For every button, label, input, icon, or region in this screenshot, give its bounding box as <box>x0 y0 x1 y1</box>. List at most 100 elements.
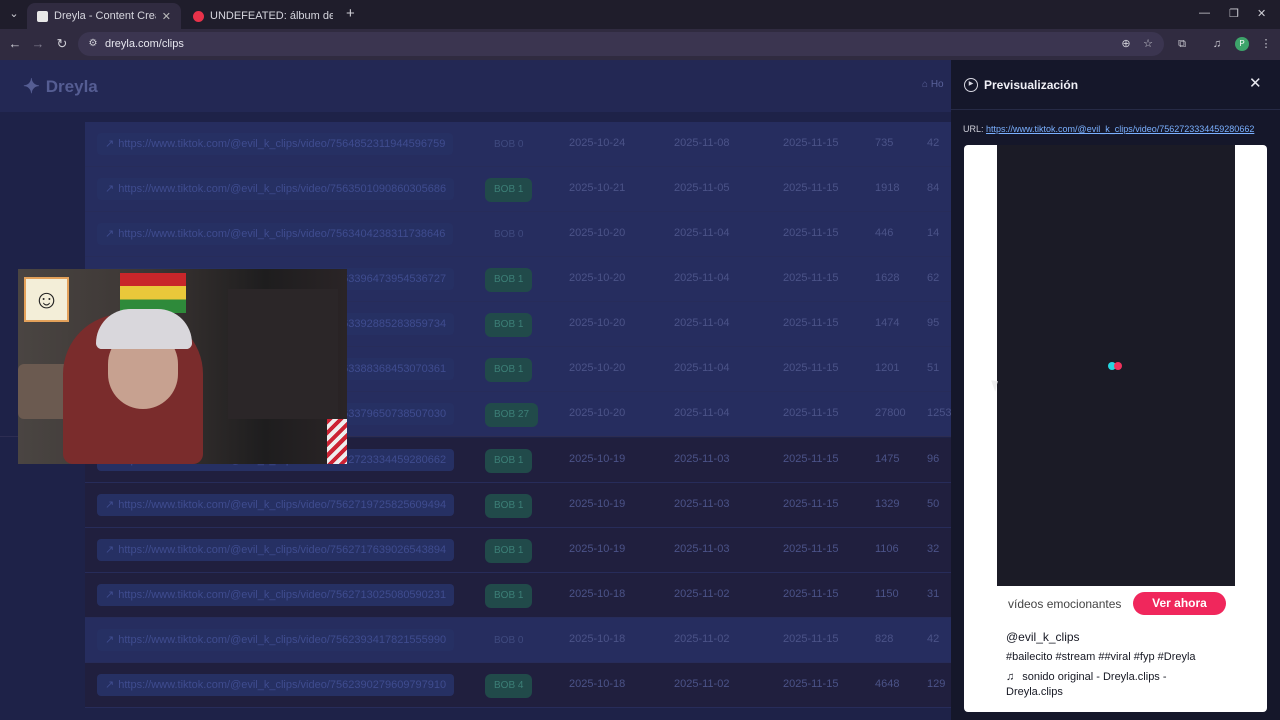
video-url-text: https://www.tiktok.com/@evil_k_clips/vid… <box>118 499 447 511</box>
date-cell: 2025-10-24 <box>569 137 626 149</box>
extensions-icon[interactable]: ⧉ <box>1175 37 1189 51</box>
views-cell: 1106 <box>875 543 899 555</box>
external-link-icon: ↗ <box>105 679 115 691</box>
video-url-link[interactable]: ↗https://www.tiktok.com/@evil_k_clips/vi… <box>97 223 454 245</box>
date-cell: 2025-11-04 <box>674 407 730 419</box>
table-row[interactable]: ↗https://www.tiktok.com/@evil_k_clips/vi… <box>85 167 951 212</box>
youtube-music-favicon-icon <box>193 10 204 22</box>
bob-badge[interactable]: BOB 1 <box>485 178 533 202</box>
tab-dreyla[interactable]: Dreyla - Content Creator & Stre ✕ <box>27 3 181 29</box>
loading-dot-pink <box>1114 362 1122 370</box>
video-player[interactable] <box>997 145 1235 586</box>
date-cell: 2025-10-19 <box>569 543 626 555</box>
external-link-icon: ↗ <box>105 499 115 511</box>
video-url-link[interactable]: ↗https://www.tiktok.com/@evil_k_clips/vi… <box>97 133 454 155</box>
site-info-icon[interactable]: ⚙ <box>86 37 100 51</box>
table-row[interactable]: ↗https://www.tiktok.com/@evil_k_clips/vi… <box>85 618 951 663</box>
date-cell: 2025-11-04 <box>674 227 730 239</box>
table-row[interactable]: ↗https://www.tiktok.com/@evil_k_clips/vi… <box>85 528 951 573</box>
bob-badge[interactable]: BOB 27 <box>485 403 539 427</box>
url-text[interactable]: dreyla.com/clips <box>105 38 184 50</box>
bob-badge[interactable]: BOB 1 <box>485 494 533 518</box>
external-link-icon: ↗ <box>105 634 115 646</box>
bob-badge[interactable]: BOB 1 <box>485 539 533 563</box>
table-row[interactable]: ↗https://www.tiktok.com/@evil_k_clips/vi… <box>85 573 951 618</box>
date-cell: 2025-10-20 <box>569 317 626 329</box>
new-tab-plus-icon[interactable]: + <box>346 6 355 22</box>
views-cell: 27800 <box>875 407 906 419</box>
views-cell: 4648 <box>875 678 900 690</box>
date-cell: 2025-11-15 <box>783 362 839 374</box>
date-cell: 2025-11-15 <box>783 272 839 284</box>
play-circle-icon: ▶ <box>964 78 978 92</box>
bob-badge[interactable]: BOB 1 <box>485 449 533 473</box>
back-arrow-icon[interactable]: ← <box>7 36 23 52</box>
ver-ahora-button[interactable]: Ver ahora <box>1133 592 1226 615</box>
table-row[interactable]: ↗https://www.tiktok.com/@evil_k_clips/vi… <box>85 663 951 708</box>
dreyla-logo[interactable]: ✦ Dreyla <box>23 74 98 99</box>
forward-arrow-icon[interactable]: → <box>30 36 46 52</box>
date-cell: 2025-10-20 <box>569 272 626 284</box>
star-logo-icon: ✦ <box>23 76 40 98</box>
video-url-link[interactable]: ↗https://www.tiktok.com/@evil_k_clips/vi… <box>97 539 455 561</box>
restore-icon[interactable]: ❐ <box>1229 7 1239 20</box>
date-cell: 2025-11-15 <box>783 182 839 194</box>
reload-icon[interactable]: ↻ <box>54 36 70 52</box>
tab-close-icon[interactable]: ✕ <box>162 10 171 23</box>
tab-search-icon[interactable]: ⌄ <box>6 6 22 22</box>
bookmark-star-icon[interactable]: ☆ <box>1141 37 1155 51</box>
author-handle[interactable]: @evil_k_clips <box>1006 630 1080 644</box>
menu-kebab-icon[interactable]: ⋮ <box>1259 37 1273 51</box>
date-cell: 2025-11-04 <box>674 272 730 284</box>
bob-badge[interactable]: BOB 1 <box>485 358 533 382</box>
video-url-text: https://www.tiktok.com/@evil_k_clips/vid… <box>118 228 446 240</box>
external-link-icon: ↗ <box>105 138 115 150</box>
preview-header: ▶ Previsualización ✕ <box>951 60 1280 110</box>
bob-badge[interactable]: BOB 0 <box>485 223 532 247</box>
profile-avatar[interactable]: P <box>1235 37 1249 51</box>
webcam-overlay: ☺ <box>18 269 347 464</box>
hashtags[interactable]: #bailecito #stream ##viral #fyp #Dreyla <box>1006 651 1196 663</box>
date-cell: 2025-11-15 <box>783 317 839 329</box>
date-cell: 2025-11-04 <box>674 317 730 329</box>
date-cell: 2025-10-20 <box>569 362 626 374</box>
window-close-icon[interactable]: ✕ <box>1257 7 1266 20</box>
bob-badge[interactable]: BOB 1 <box>485 313 533 337</box>
video-url-link[interactable]: ↗https://www.tiktok.com/@evil_k_clips/vi… <box>97 674 455 696</box>
home-nav-link[interactable]: ⌂ Ho <box>922 79 944 90</box>
minimize-icon[interactable]: — <box>1199 7 1210 19</box>
home-link-text: Ho <box>930 79 944 90</box>
date-cell: 2025-11-02 <box>674 678 730 690</box>
tab-undefeated[interactable]: UNDEFEATED: álbum de XG <box>183 3 343 29</box>
bob-badge[interactable]: BOB 1 <box>485 268 533 292</box>
date-cell: 2025-10-18 <box>569 633 626 645</box>
close-icon[interactable]: ✕ <box>1249 76 1262 92</box>
preview-url-row: URL: https://www.tiktok.com/@evil_k_clip… <box>963 124 1254 134</box>
preview-url-link[interactable]: https://www.tiktok.com/@evil_k_clips/vid… <box>986 124 1254 134</box>
count-cell: 84 <box>927 182 940 194</box>
date-cell: 2025-10-20 <box>569 227 626 239</box>
external-link-icon: ↗ <box>105 228 115 240</box>
zoom-icon[interactable]: ⊕ <box>1119 37 1133 51</box>
video-url-link[interactable]: ↗https://www.tiktok.com/@evil_k_clips/vi… <box>97 494 455 516</box>
video-url-text: https://www.tiktok.com/@evil_k_clips/vid… <box>118 544 447 556</box>
bob-badge[interactable]: BOB 0 <box>485 629 532 653</box>
date-cell: 2025-11-03 <box>674 543 730 555</box>
table-row[interactable]: ↗https://www.tiktok.com/@evil_k_clips/vi… <box>85 122 951 167</box>
count-cell: 62 <box>927 272 940 284</box>
date-cell: 2025-10-21 <box>569 182 626 194</box>
bob-badge[interactable]: BOB 4 <box>485 674 533 698</box>
sound-line[interactable]: ♫ sonido original - Dreyla.clips - Dreyla… <box>1006 670 1206 700</box>
video-url-link[interactable]: ↗https://www.tiktok.com/@evil_k_clips/vi… <box>97 584 455 606</box>
table-row[interactable]: ↗https://www.tiktok.com/@evil_k_clips/vi… <box>85 212 951 257</box>
count-cell: 31 <box>927 588 940 600</box>
media-controls-icon[interactable]: ♫ <box>1210 37 1224 51</box>
date-cell: 2025-11-15 <box>783 678 839 690</box>
bob-badge[interactable]: BOB 0 <box>485 133 532 157</box>
address-bar[interactable]: ⚙ dreyla.com/clips ⊕ ☆ <box>78 32 1164 56</box>
table-row[interactable]: ↗https://www.tiktok.com/@evil_k_clips/vi… <box>85 483 951 528</box>
bob-badge[interactable]: BOB 1 <box>485 584 533 608</box>
video-url-link[interactable]: ↗https://www.tiktok.com/@evil_k_clips/vi… <box>97 178 455 200</box>
video-url-link[interactable]: ↗https://www.tiktok.com/@evil_k_clips/vi… <box>97 629 455 651</box>
video-url-text: https://www.tiktok.com/@evil_k_clips/vid… <box>118 138 446 150</box>
